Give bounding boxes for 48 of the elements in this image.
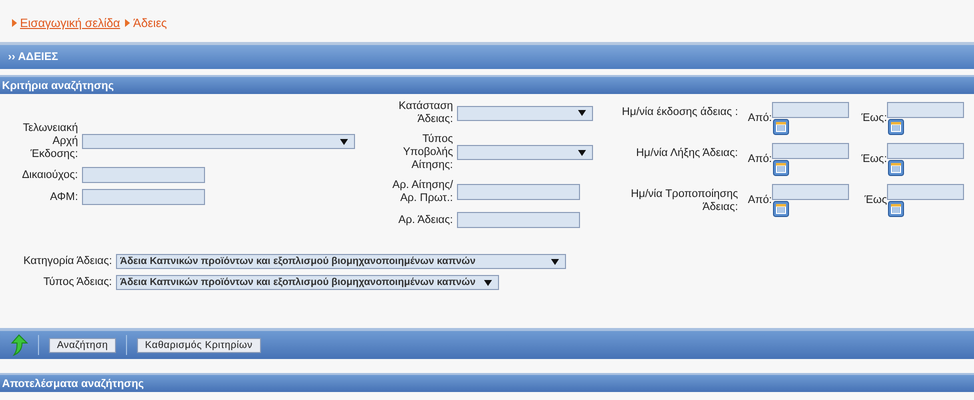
date-field[interactable] [887,102,964,118]
field-label: Κατηγορία Άδειας: [22,255,112,268]
calendar-icon[interactable] [773,160,789,176]
calendar-icon[interactable] [888,160,904,176]
to-label: Έως: [860,111,887,125]
calendar-icon[interactable] [888,201,904,217]
arrow-icon [125,19,130,27]
input-field[interactable] [457,184,580,200]
date-field[interactable] [887,184,964,200]
calendar-icon[interactable] [888,119,904,135]
section-header: Αποτελέσματα αναζήτησης [0,373,974,392]
input-field[interactable] [82,167,205,183]
section-header: Κριτήρια αναζήτησης [0,75,974,94]
input-field[interactable] [457,212,580,228]
dropdown-field[interactable] [82,134,355,149]
from-label: Από: [746,111,772,125]
field-label: ΑΦΜ: [48,190,78,204]
field-label: Τύπος Υποβολής Αίτησης: [402,133,453,172]
arrow-icon [12,19,17,27]
field-label: Κατάσταση Άδειας: [398,100,453,126]
field-label: Δικαιούχος: [20,168,78,182]
calendar-icon[interactable] [773,201,789,217]
from-label: Από: [746,193,772,207]
field-label: Αρ. Αίτησης/Αρ. Πρωτ.: [391,179,453,205]
input-field[interactable] [82,189,205,205]
page-title: ›› ΑΔΕΙΕΣ [0,42,974,69]
field-label: Ημ/νία Λήξης Άδειας: [635,146,738,160]
calendar-icon[interactable] [773,119,789,135]
arrow-up-icon[interactable] [10,334,28,356]
date-field[interactable] [887,143,964,159]
toolbar-button[interactable]: Καθαρισμός Κριτηρίων [137,338,260,352]
field-label: Τύπος Άδειας: [42,276,112,289]
dropdown-field[interactable] [457,106,593,120]
from-label: Από: [746,152,772,166]
dropdown-field[interactable]: Άδεια Καπνικών προϊόντων και εξοπλισμού βιομηχανοποιημένων καπνών [116,254,566,269]
dropdown-field[interactable]: Άδεια Καπνικών προϊόντων και εξοπλισμού βιομηχανοποιημένων καπνών [116,275,499,290]
date-field[interactable] [772,143,849,159]
field-label: Τελωνειακή Αρχή Έκδοσης: [22,122,78,161]
date-field[interactable] [772,102,849,118]
field-label: Ημ/νία Τροποποίησης Άδειας: [630,187,738,214]
toolbar-button[interactable]: Αναζήτηση [49,338,116,352]
field-label: Αρ. Άδειας: [397,214,453,226]
date-field[interactable] [772,184,849,200]
breadcrumb-current: Άδειες [133,16,167,30]
dropdown-field[interactable] [457,145,593,160]
field-label: Ημ/νία έκδοσης άδειας : [620,105,738,119]
to-label: Έως: [860,152,887,166]
to-label: Έως [863,193,887,207]
